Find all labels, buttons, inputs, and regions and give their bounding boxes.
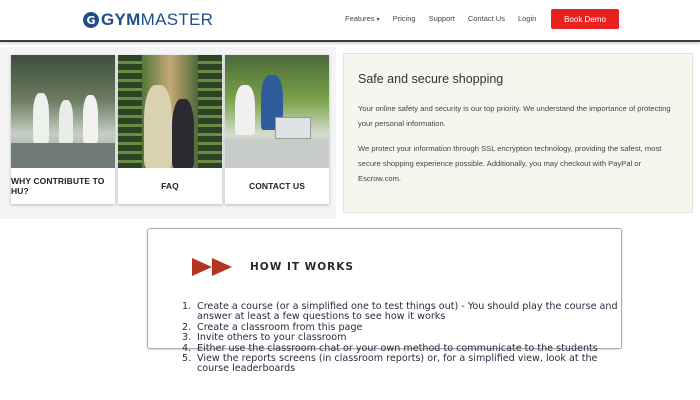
nav-support[interactable]: Support xyxy=(429,14,455,23)
lab-photo xyxy=(11,55,115,168)
card-faq[interactable]: FAQ xyxy=(118,55,222,204)
card-caption: CONTACT US xyxy=(248,181,306,191)
logo-g-icon: G xyxy=(83,12,99,28)
book-demo-button[interactable]: Book Demo xyxy=(551,9,619,29)
safe-shopping-paragraph-2: We protect your information through SSL … xyxy=(358,144,662,183)
logo-text: GYMMASTER xyxy=(101,10,214,29)
how-it-works-title: HOW IT WORKS xyxy=(250,261,354,273)
library-photo xyxy=(118,55,222,168)
safe-shopping-paragraph-1: Your online safety and security is our t… xyxy=(358,104,671,128)
card-caption: FAQ xyxy=(161,181,179,191)
gymmaster-logo[interactable]: G GYMMASTER xyxy=(83,10,213,30)
card-why-contribute[interactable]: WHY CONTRIBUTE TO HU? xyxy=(11,55,115,204)
nav-pricing[interactable]: Pricing xyxy=(393,14,416,23)
safe-shopping-title: Safe and secure shopping xyxy=(358,72,504,86)
main-nav: Features ▾ Pricing Support Contact Us Log… xyxy=(345,14,549,23)
how-it-works-steps: 1. Create a course (or a simplified one t… xyxy=(182,301,622,375)
card-contact-us[interactable]: CONTACT US xyxy=(225,55,329,204)
nav-login[interactable]: Login xyxy=(518,14,536,23)
nav-features[interactable]: Features ▾ xyxy=(345,14,380,23)
students-photo xyxy=(225,55,329,168)
list-item: 5. View the reports screens (in classroom… xyxy=(182,353,598,375)
double-arrow-icon xyxy=(192,258,232,276)
list-item: 1. Create a course (or a simplified one t… xyxy=(182,301,618,323)
site-header: G GYMMASTER Features ▾ Pricing Support Co… xyxy=(0,0,700,42)
safe-shopping-panel: Safe and secure shopping Your online saf… xyxy=(343,53,693,213)
how-it-works-heading: HOW IT WORKS xyxy=(192,258,354,276)
nav-contact-us[interactable]: Contact Us xyxy=(468,14,505,23)
card-caption: WHY CONTRIBUTE TO HU? xyxy=(11,176,105,196)
chevron-down-icon: ▾ xyxy=(376,17,380,23)
